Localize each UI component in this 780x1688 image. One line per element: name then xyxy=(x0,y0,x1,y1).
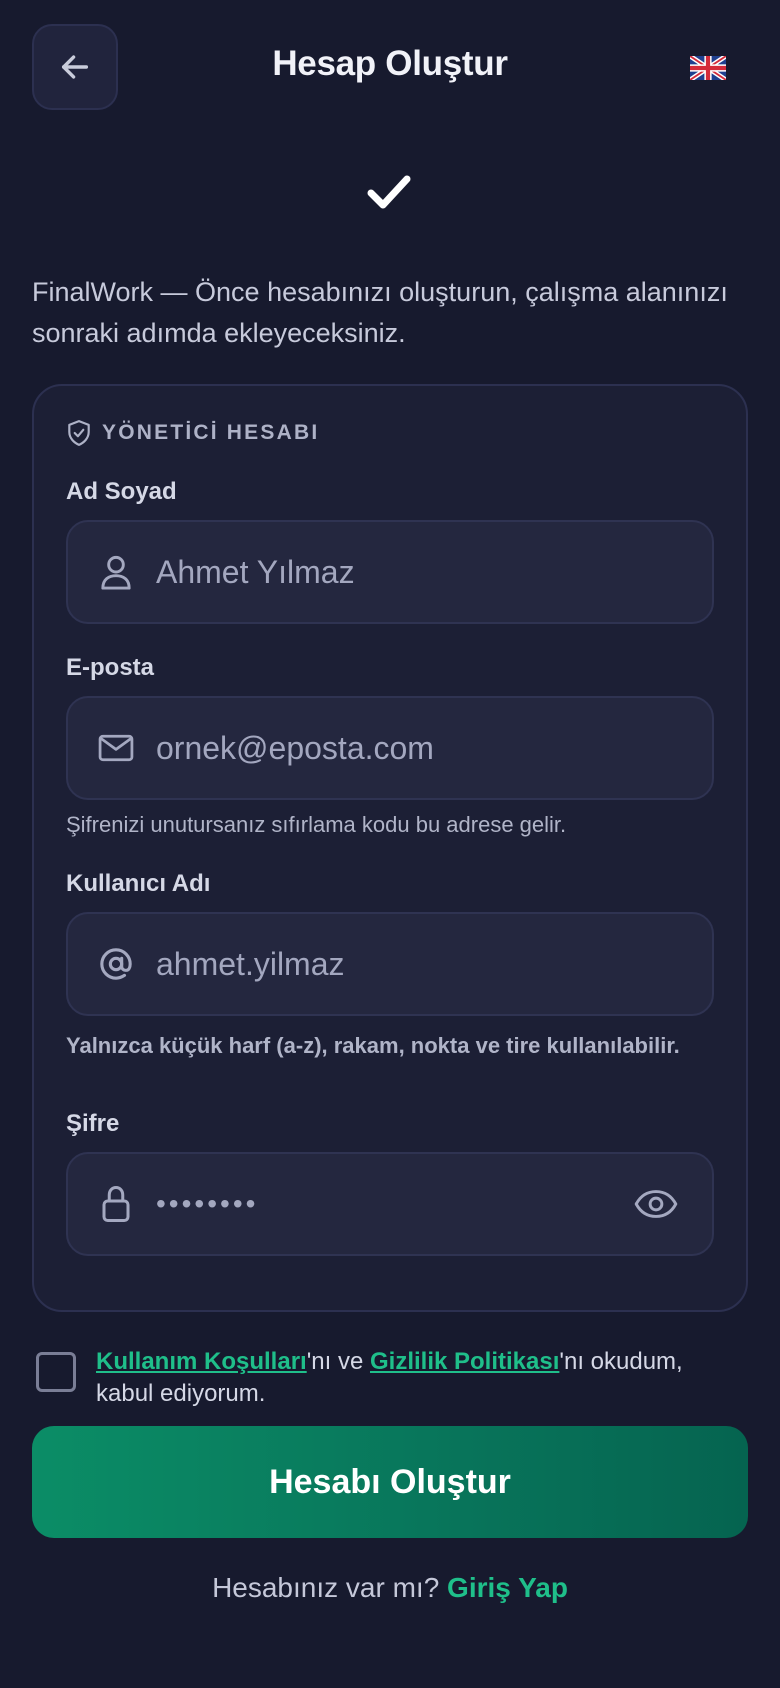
check-icon xyxy=(367,175,411,209)
mail-icon xyxy=(98,730,134,766)
at-icon xyxy=(98,946,134,982)
terms-connector-text: 'nı ve xyxy=(306,1348,370,1375)
lock-icon xyxy=(98,1186,134,1222)
email-input[interactable]: ornek@eposta.com xyxy=(156,730,712,767)
username-hint: Yalnızca küçük harf (a-z), rakam, nokta … xyxy=(66,1033,680,1058)
intro-text: FinalWork — Önce hesabınızı oluşturun, ç… xyxy=(32,277,728,348)
terms-of-use-link[interactable]: Kullanım Koşulları xyxy=(96,1348,307,1375)
section-title: YÖNETİCİ HESABI xyxy=(102,421,320,444)
username-input[interactable]: ahmet.yilmaz xyxy=(156,946,712,983)
password-label: Şifre xyxy=(66,1110,120,1137)
email-label: E-posta xyxy=(66,654,155,681)
full-name-input[interactable]: Ahmet Yılmaz xyxy=(156,554,712,591)
user-icon xyxy=(98,554,134,590)
password-input[interactable]: •••••••• xyxy=(156,1188,634,1220)
section-header: YÖNETİCİ HESABI xyxy=(66,418,319,448)
login-prompt-row: Hesabınız var mı? Giriş Yap xyxy=(0,1572,780,1604)
page-title: Hesap Oluştur xyxy=(272,44,508,83)
email-hint: Şifrenizi unutursanız sıfırlama kodu bu … xyxy=(66,812,567,837)
username-field[interactable]: ahmet.yilmaz xyxy=(66,912,714,1016)
create-account-label: Hesabı Oluştur xyxy=(269,1462,511,1501)
login-prompt: Hesabınız var mı? xyxy=(212,1572,440,1603)
full-name-field[interactable]: Ahmet Yılmaz xyxy=(66,520,714,624)
full-name-label: Ad Soyad xyxy=(66,478,177,505)
shield-check-icon xyxy=(68,420,90,446)
terms-text: Kullanım Koşulları'nı ve Gizlilik Politi… xyxy=(96,1346,736,1410)
create-account-button[interactable]: Hesabı Oluştur xyxy=(32,1426,748,1538)
privacy-policy-link[interactable]: Gizlilik Politikası xyxy=(370,1348,559,1375)
email-field[interactable]: ornek@eposta.com xyxy=(66,696,714,800)
uk-flag-icon[interactable] xyxy=(690,56,726,80)
password-field[interactable]: •••••••• xyxy=(66,1152,714,1256)
terms-checkbox[interactable] xyxy=(36,1352,76,1392)
login-link[interactable]: Giriş Yap xyxy=(447,1572,568,1603)
eye-icon[interactable] xyxy=(634,1188,678,1220)
username-label: Kullanıcı Adı xyxy=(66,870,211,897)
